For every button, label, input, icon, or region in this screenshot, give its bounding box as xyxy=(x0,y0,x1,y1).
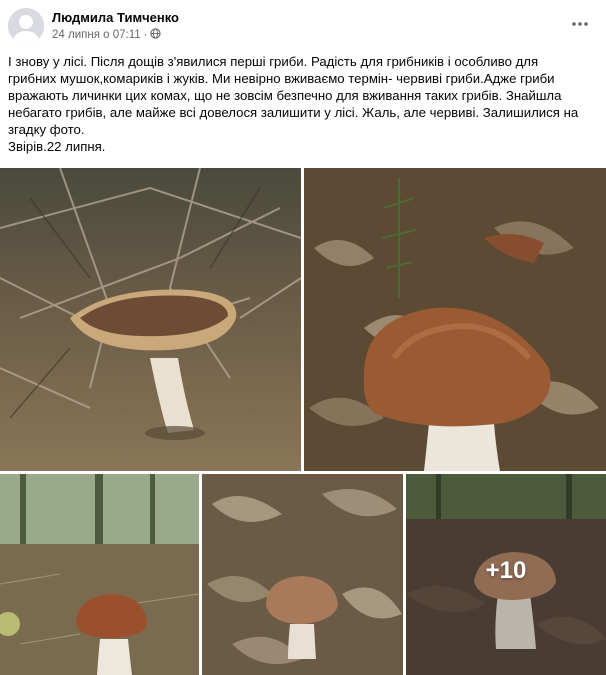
photo-4[interactable] xyxy=(202,474,403,675)
mushroom-photo xyxy=(0,168,301,471)
post-text-line: Звірів.22 липня. xyxy=(8,139,106,154)
more-dots-icon xyxy=(572,22,588,26)
post-meta: 24 липня о 07:11 · xyxy=(52,28,162,42)
mushroom-photo xyxy=(202,474,403,675)
post-text-line: згадку фото. xyxy=(8,122,85,137)
post-text-line: І знову у лісі. Після дощів з'явилися пе… xyxy=(8,54,539,69)
mushroom-photo xyxy=(304,168,606,471)
post-date[interactable]: 24 липня о 07:11 xyxy=(52,29,141,41)
more-photos-count: +10 xyxy=(485,556,527,584)
meta-separator: · xyxy=(143,29,148,41)
post-text: І знову у лісі. Після дощів з'явилися пе… xyxy=(8,53,598,155)
globe-icon xyxy=(150,28,162,42)
photo-2[interactable] xyxy=(304,168,606,471)
author-name[interactable]: Людмила Тимченко xyxy=(52,10,179,25)
post-text-line: грибних мушок,комариків і жуків. Ми неві… xyxy=(8,71,555,86)
post-text-line: небагато грибів, але майже всі довелося … xyxy=(8,105,579,120)
post-menu-button[interactable] xyxy=(568,13,592,35)
post-header: Людмила Тимченко 24 липня о 07:11 · xyxy=(0,0,606,50)
post-text-line: вражають личинки цих комах, що не зовсім… xyxy=(8,88,562,103)
default-avatar-icon xyxy=(8,8,44,44)
facebook-post: Людмила Тимченко 24 липня о 07:11 · І зн… xyxy=(0,0,606,675)
photo-3[interactable] xyxy=(0,474,199,675)
avatar[interactable] xyxy=(8,8,44,44)
photo-1[interactable] xyxy=(0,168,301,471)
more-photos-overlay[interactable]: +10 xyxy=(406,474,606,675)
mushroom-photo xyxy=(0,474,199,675)
